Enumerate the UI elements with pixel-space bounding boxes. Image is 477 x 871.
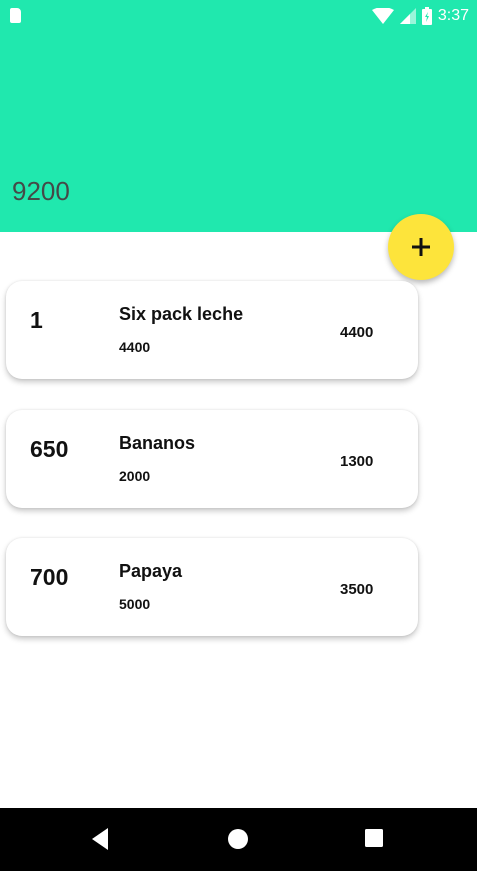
item-total: 4400 [340,324,374,341]
home-icon[interactable] [226,827,250,851]
app-screen: 3:37 9200 1 Six pack leche 4400 4400 650… [0,0,477,871]
total-amount: 9200 [12,176,70,206]
item-total: 3500 [340,581,374,598]
add-item-button[interactable] [388,214,454,280]
item-unit-price: 4400 [119,339,151,355]
status-bar: 3:37 [0,0,477,34]
plus-icon [412,238,430,256]
back-icon[interactable] [88,826,112,852]
item-card[interactable]: 1 Six pack leche 4400 4400 [6,281,418,379]
item-quantity: 700 [30,564,69,590]
item-unit-price: 2000 [119,468,151,484]
item-name: Six pack leche [119,304,244,324]
status-icons: 3:37 [371,6,469,26]
recents-icon[interactable] [364,828,384,848]
battery-icon [421,7,432,25]
item-name: Bananos [119,433,196,453]
wifi-icon [371,8,394,24]
item-quantity: 650 [30,436,69,462]
clock: 3:37 [437,7,469,24]
signal-icon [399,8,416,24]
navigation-bar [0,808,477,871]
item-total: 1300 [340,453,374,470]
item-card[interactable]: 650 Bananos 2000 1300 [6,410,418,508]
item-quantity: 1 [30,307,43,333]
item-unit-price: 5000 [119,596,151,612]
header: 3:37 9200 [0,0,477,232]
item-card[interactable]: 700 Papaya 5000 3500 [6,538,418,636]
item-name: Papaya [119,561,183,581]
sd-card-icon [10,8,21,23]
